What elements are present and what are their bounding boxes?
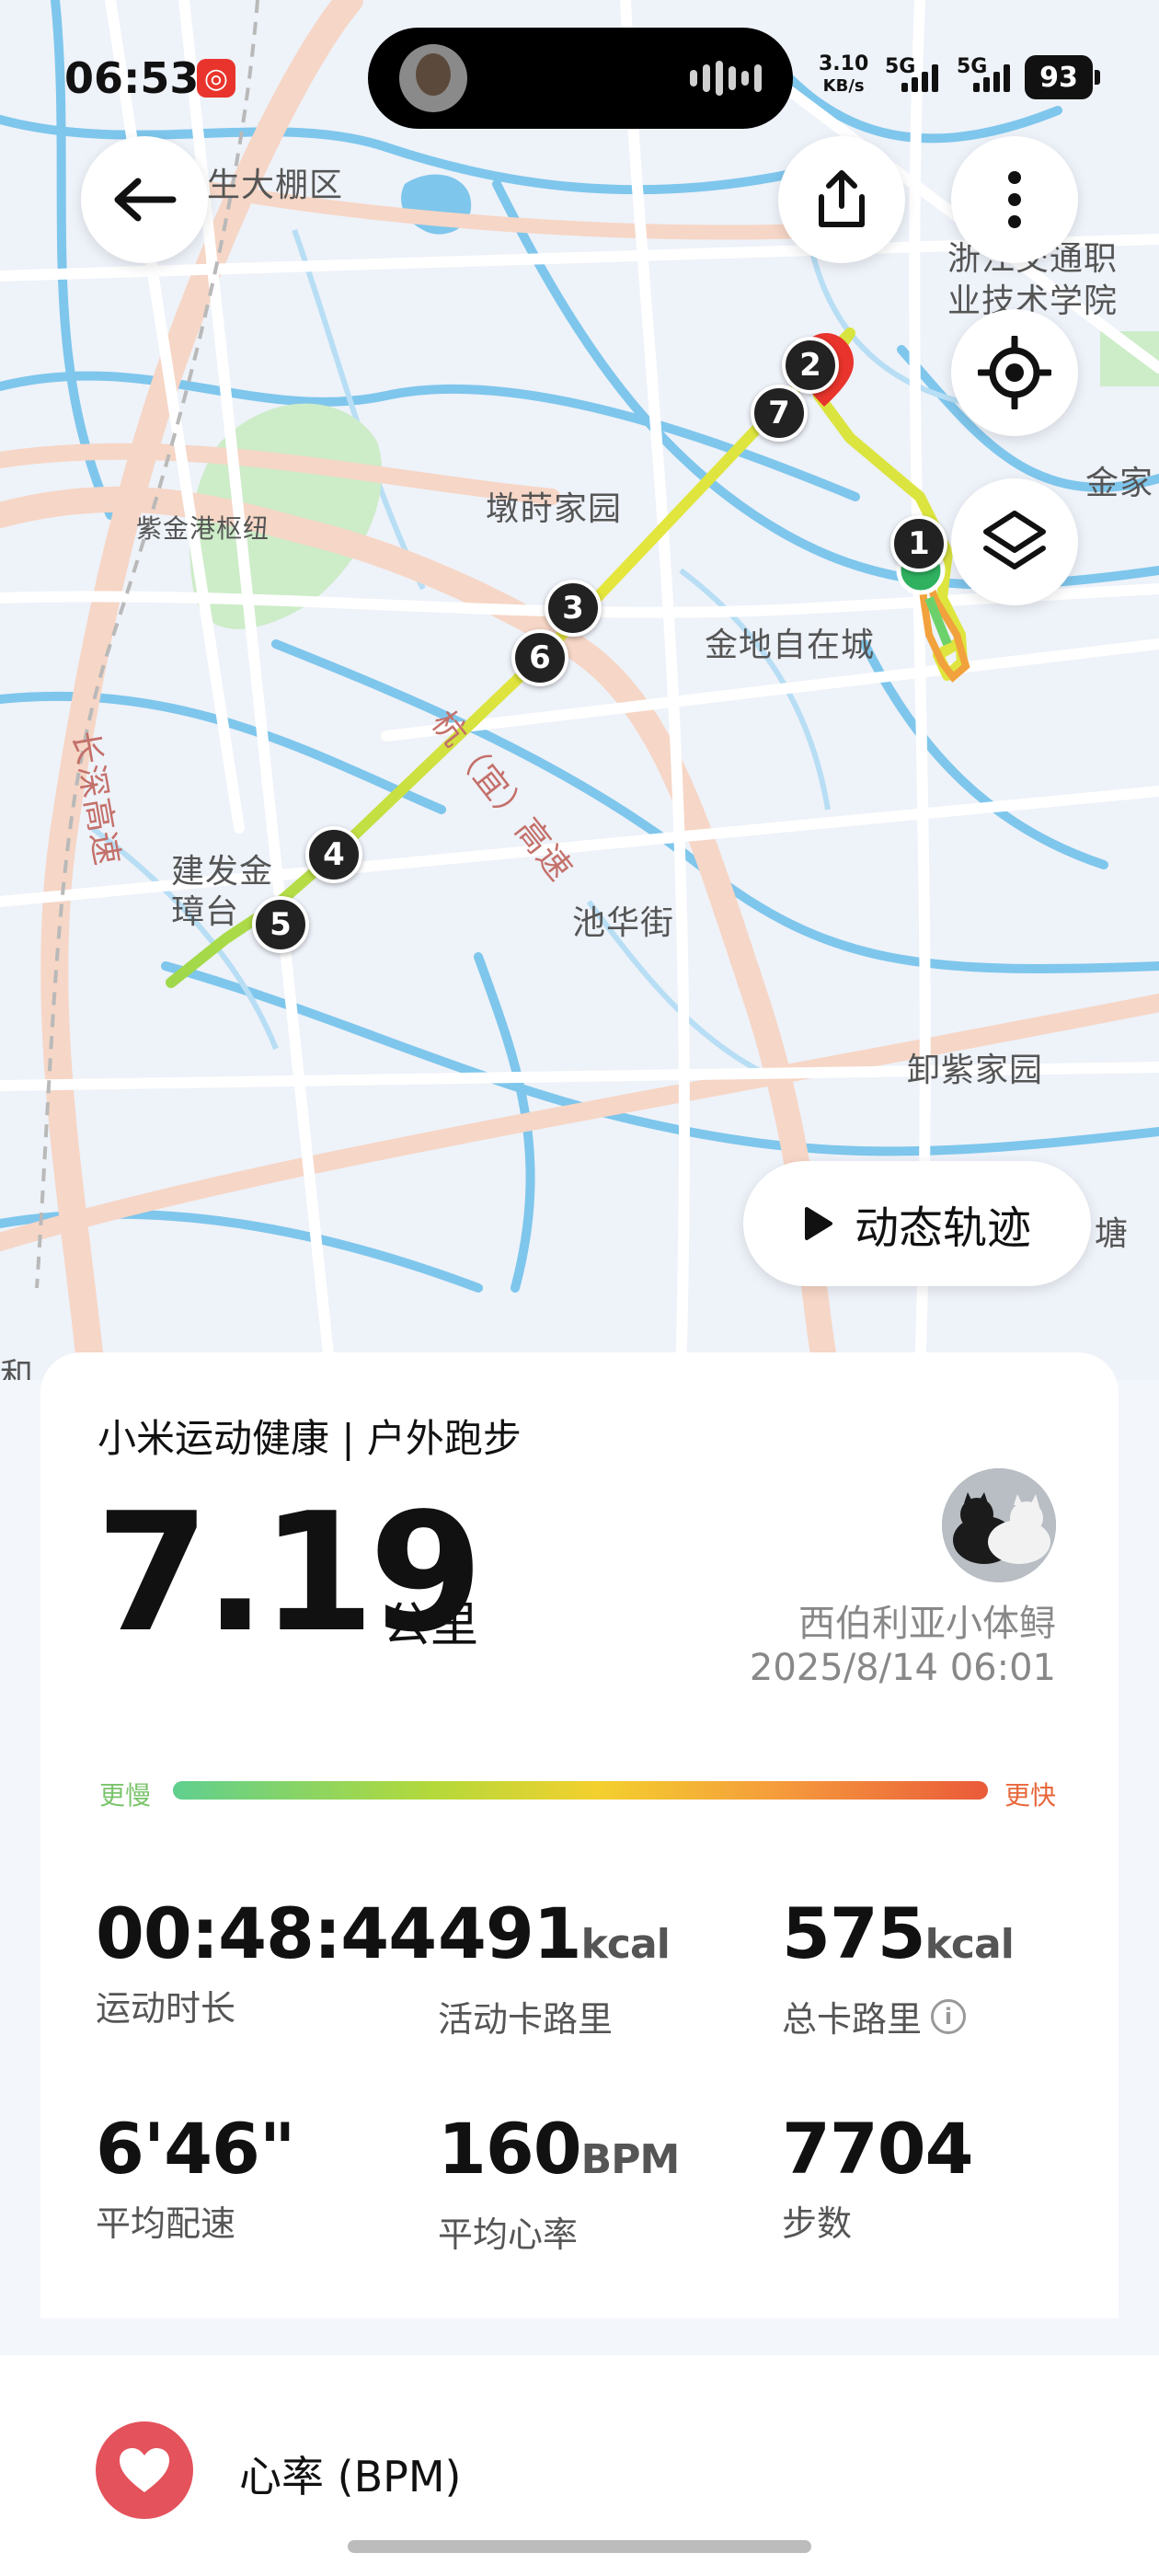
audio-wave-icon <box>690 61 762 96</box>
route-marker-7[interactable]: 7 <box>751 385 808 442</box>
heart-glyph <box>120 2448 169 2492</box>
network-speed: 3.10 KB/s <box>819 52 869 97</box>
stat-duration-label: 运动时长 <box>96 1988 236 2029</box>
info-icon[interactable]: i <box>931 1998 967 2034</box>
status-time: 06:53 <box>64 53 200 103</box>
stat-avg-heart-rate-unit: BPM <box>580 2136 681 2183</box>
route-marker-1[interactable]: 1 <box>890 515 947 572</box>
dynamic-island[interactable] <box>368 28 793 129</box>
stat-active-calories-label: 活动卡路里 <box>438 1999 614 2040</box>
stat-active-calories: 491kcal 活动卡路里 <box>438 1897 671 2041</box>
stat-active-calories-value: 491 <box>438 1892 582 1974</box>
locate-button[interactable] <box>951 309 1078 436</box>
battery-icon: 93 <box>1025 55 1100 99</box>
island-avatar <box>399 44 467 112</box>
heart-rate-title: 心率 (BPM) <box>239 2452 462 2501</box>
layers-icon <box>983 511 1046 569</box>
stat-total-calories-label: 总卡路里 <box>782 1999 923 2040</box>
more-button[interactable] <box>951 136 1078 263</box>
stat-avg-heart-rate-value: 160 <box>438 2108 582 2190</box>
stat-duration-value: 00:48:44 <box>96 1892 437 1974</box>
share-icon <box>819 170 865 227</box>
map-label-zijingang: 紫金港枢纽 <box>136 513 270 544</box>
route-marker-5[interactable]: 5 <box>252 896 309 953</box>
stat-avg-heart-rate-label: 平均心率 <box>438 2214 579 2255</box>
stat-total-calories-value: 575 <box>782 1892 926 1974</box>
map-label-jindi: 金地自在城 <box>705 627 876 664</box>
route-marker-6[interactable]: 6 <box>511 629 568 686</box>
map-label-he: 和 <box>0 1357 35 1380</box>
user-name: 西伯利亚小体鲟 <box>798 1603 1056 1645</box>
signal-icon <box>901 64 938 92</box>
map-label-jinjia: 金家 <box>1085 465 1154 502</box>
layers-button[interactable] <box>951 478 1078 605</box>
pace-gradient-bar <box>173 1781 988 1800</box>
route-marker-3[interactable]: 3 <box>545 580 602 637</box>
workout-datetime: 2025/8/14 06:01 <box>749 1647 1056 1689</box>
map-label-dunpu: 墩莳家园 <box>486 490 623 528</box>
user-avatar[interactable] <box>942 1468 1056 1582</box>
stat-steps-value: 7704 <box>782 2108 974 2190</box>
home-indicator[interactable] <box>348 2540 811 2553</box>
pace-slow-label: 更慢 <box>99 1780 152 1811</box>
dynamic-track-label: 动态轨迹 <box>854 1202 1031 1254</box>
share-button[interactable] <box>778 136 905 263</box>
stat-avg-pace: 6'46" 平均配速 <box>96 2112 296 2246</box>
play-icon <box>804 1207 832 1240</box>
stat-avg-pace-value: 6'46" <box>96 2108 296 2190</box>
stat-steps-label: 步数 <box>782 2203 853 2244</box>
signal-icon-2 <box>973 64 1010 92</box>
stat-active-calories-unit: kcal <box>580 1921 671 1968</box>
app-notification-icon: ◎ <box>197 59 235 98</box>
more-vertical-icon <box>1008 171 1021 228</box>
map-label-xiezi: 卸紫家园 <box>907 1052 1044 1089</box>
heart-icon <box>96 2421 193 2519</box>
arrow-left-icon <box>114 178 177 222</box>
card-header: 小米运动健康 | 户外跑步 <box>98 1416 522 1461</box>
map-label-shengdapeng: 生大棚区 <box>207 167 344 204</box>
cat-avatar-image <box>942 1468 1056 1582</box>
dynamic-track-button[interactable]: 动态轨迹 <box>743 1161 1091 1286</box>
crosshair-icon <box>978 336 1051 409</box>
stat-total-calories-unit: kcal <box>924 1921 1015 1968</box>
distance-unit: 公里 <box>383 1598 479 1653</box>
workout-summary-card: 小米运动健康 | 户外跑步 7.19 公里 西伯利亚小体鲟 2025/8/14 … <box>40 1352 1119 2318</box>
back-button[interactable] <box>81 136 208 263</box>
route-marker-4[interactable]: 4 <box>305 826 362 883</box>
map-label-jianfa-2: 璋台 <box>171 893 240 931</box>
pace-fast-label: 更快 <box>1004 1780 1056 1811</box>
stat-total-calories: 575kcal 总卡路里 i <box>782 1897 1015 2041</box>
map-label-chihua: 池华街 <box>572 904 675 942</box>
route-marker-2[interactable]: 2 <box>782 337 839 394</box>
stat-steps: 7704 步数 <box>782 2112 974 2246</box>
stat-avg-heart-rate: 160BPM 平均心率 <box>438 2112 681 2257</box>
stat-duration: 00:48:44 运动时长 <box>96 1897 437 2030</box>
map-label-tang: 塘 <box>1095 1215 1130 1253</box>
stat-avg-pace-label: 平均配速 <box>96 2203 236 2244</box>
